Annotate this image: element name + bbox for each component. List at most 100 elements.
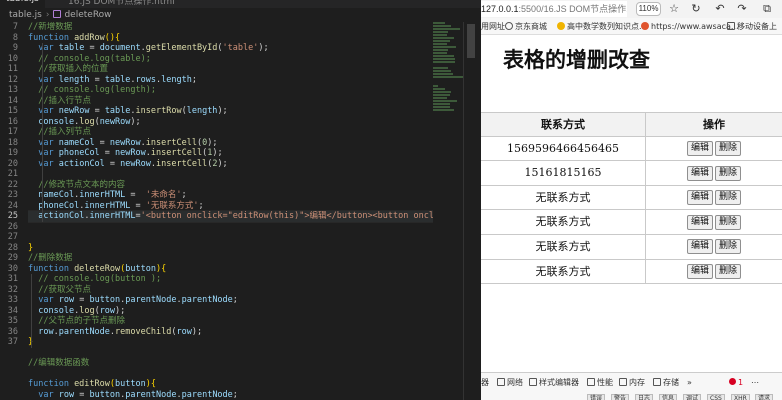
extensions-icon[interactable]: ⧉ xyxy=(760,1,774,17)
page-title: 表格的增删改查 xyxy=(503,48,650,72)
console-filter-button[interactable]: 错误 xyxy=(587,394,606,400)
code-line[interactable] xyxy=(28,369,433,380)
edit-button[interactable]: 编辑 xyxy=(686,165,713,181)
code-line[interactable]: //新增数据 xyxy=(28,22,433,33)
bookmark-item[interactable]: 京东商城 xyxy=(505,18,547,34)
minimap[interactable] xyxy=(433,22,463,111)
line-number: 11 xyxy=(7,64,18,74)
code-line[interactable]: } xyxy=(28,243,433,254)
line-number: 32 xyxy=(7,284,18,295)
code-line[interactable]: //编辑数据函数 xyxy=(28,358,433,369)
edit-button[interactable]: 编辑 xyxy=(686,264,713,280)
delete-button[interactable]: 删除 xyxy=(715,264,742,280)
delete-button[interactable]: 删除 xyxy=(715,165,742,181)
code-line[interactable]: var nameCol = newRow.insertCell(0); xyxy=(28,138,433,149)
star-icon[interactable]: ☆ xyxy=(667,1,681,17)
error-count-badge[interactable]: 1 xyxy=(729,376,743,390)
breadcrumb-file[interactable]: table.js xyxy=(9,10,42,20)
code-line[interactable]: row.parentNode.removeChild(row); xyxy=(28,327,433,338)
edit-button[interactable]: 编辑 xyxy=(686,214,713,230)
delete-button[interactable]: 删除 xyxy=(715,141,742,157)
code-line[interactable]: actionCol.innerHTML='<button onclick="ed… xyxy=(28,210,433,223)
code-line[interactable]: //修改节点文本的内容 xyxy=(28,180,433,191)
code-line[interactable] xyxy=(28,222,433,233)
action-cell: 编辑 删除 xyxy=(646,161,782,185)
edit-button[interactable]: 编辑 xyxy=(686,141,713,157)
delete-button[interactable]: 删除 xyxy=(715,214,742,230)
back-icon[interactable]: ↶ xyxy=(713,1,727,17)
scrollbar-thumb[interactable] xyxy=(467,24,475,58)
code-line[interactable]: console.log(newRow); xyxy=(28,117,433,128)
devtools-tab-inspector[interactable]: 器 xyxy=(481,376,489,390)
code-line[interactable]: var row = button.parentNode.parentNode; xyxy=(28,390,433,400)
contact-cell: 15161815165 xyxy=(481,161,646,185)
bookmark-item[interactable]: 移动设备上 xyxy=(727,18,777,34)
delete-button[interactable]: 删除 xyxy=(715,190,742,206)
editor-scrollbar[interactable] xyxy=(463,22,477,400)
contact-cell: 无联系方式 xyxy=(481,185,646,210)
zoom-level-button[interactable]: 110% xyxy=(636,2,661,16)
bookmark-item[interactable]: 高中数学数列知识点... xyxy=(557,18,647,34)
code-area[interactable]: //新增数据 function addRow(){ var table = doc… xyxy=(28,22,433,400)
code-line[interactable]: nameCol.innerHTML = '未命名'; xyxy=(28,190,433,201)
code-line[interactable]: console.log(row); xyxy=(28,306,433,317)
line-number: 16 xyxy=(7,116,18,127)
delete-button[interactable]: 删除 xyxy=(715,239,742,255)
code-line[interactable]: function editRow(button){ xyxy=(28,379,433,390)
console-filter-button[interactable]: 请求 xyxy=(755,394,774,400)
code-editor[interactable]: table.js 16.JS DOM节点操作.html table.js› del… xyxy=(0,0,481,400)
forward-icon[interactable]: ↷ xyxy=(735,1,749,17)
table-row: 15161815165 编辑 删除 xyxy=(481,161,782,186)
code-line[interactable]: function addRow(){ xyxy=(28,33,433,44)
code-line[interactable]: //获取插入的位置 xyxy=(28,64,433,75)
devtools-tab-network[interactable]: 网络 xyxy=(497,376,523,390)
code-line[interactable]: var table = document.getElementById('tab… xyxy=(28,43,433,54)
console-filter-button[interactable]: CSS xyxy=(707,394,725,400)
code-line[interactable]: var newRow = table.insertRow(length); xyxy=(28,106,433,117)
devtools-panel: 器 网络 样式编辑器 性能 内存 存储 » 1 ⋯ 错误 警告 日志 信息 调试 CSS X… xyxy=(481,372,782,400)
code-line[interactable] xyxy=(28,232,433,243)
bookmark-item[interactable]: https://www.awsaca... xyxy=(641,18,739,34)
console-filter-button[interactable]: 信息 xyxy=(659,394,678,400)
line-number: 22 xyxy=(7,179,18,190)
minimap-line xyxy=(433,25,451,27)
editor-tab-html[interactable]: 16.JS DOM节点操作.html xyxy=(62,0,181,8)
code-line[interactable]: var phoneCol = newRow.insertCell(1); xyxy=(28,148,433,159)
url-field[interactable]: 127.0.0.1:5500/16.JS DOM节点操作.h xyxy=(481,1,627,17)
edit-button[interactable]: 编辑 xyxy=(686,239,713,255)
devtools-more-tabs[interactable]: » xyxy=(687,376,692,390)
code-line[interactable]: //插入列节点 xyxy=(28,127,433,138)
table-row: 1569596466456465 编辑 删除 xyxy=(481,136,782,162)
code-line[interactable]: } xyxy=(28,337,433,348)
refresh-icon[interactable]: ↻ xyxy=(689,1,703,17)
code-line[interactable]: // console.log(table); xyxy=(28,54,433,65)
code-line[interactable]: // console.log(button ); xyxy=(28,274,433,285)
code-line[interactable]: //插入行节点 xyxy=(28,96,433,107)
console-filter-button[interactable]: 日志 xyxy=(635,394,654,400)
code-line[interactable]: //父节点的子节点删除 xyxy=(28,316,433,327)
devtools-tab-memory[interactable]: 内存 xyxy=(619,376,645,390)
code-line[interactable]: phoneCol.innerHTML = '无联系方式'; xyxy=(28,201,433,212)
editor-tab-table-js[interactable]: table.js xyxy=(0,0,45,8)
code-line[interactable]: var row = button.parentNode.parentNode; xyxy=(28,295,433,306)
console-filter-button[interactable]: XHR xyxy=(731,394,750,400)
devtools-tab-performance[interactable]: 性能 xyxy=(587,376,613,390)
devtools-tab-style-editor[interactable]: 样式编辑器 xyxy=(529,376,579,390)
line-number: 29 xyxy=(7,253,18,263)
minimap-line xyxy=(433,100,457,102)
edit-button[interactable]: 编辑 xyxy=(686,190,713,206)
code-line[interactable]: var actionCol = newRow.insertCell(2); xyxy=(28,159,433,170)
breadcrumb-symbol[interactable]: deleteRow xyxy=(64,10,111,20)
code-line[interactable]: // console.log(length); xyxy=(28,85,433,96)
console-filter-button[interactable]: 警告 xyxy=(611,394,630,400)
code-line[interactable]: function deleteRow(button){ xyxy=(28,264,433,275)
code-line[interactable]: var length = table.rows.length; xyxy=(28,75,433,86)
code-line[interactable]: //获取父节点 xyxy=(28,285,433,296)
devtools-options-icon[interactable]: ⋯ xyxy=(751,376,759,390)
bookmark-item[interactable]: 用网址 xyxy=(481,18,505,34)
code-line[interactable] xyxy=(28,348,433,359)
code-line[interactable] xyxy=(28,169,433,180)
console-filter-button[interactable]: 调试 xyxy=(683,394,702,400)
devtools-tab-storage[interactable]: 存储 xyxy=(653,376,679,390)
code-line[interactable]: //删除数据 xyxy=(28,253,433,264)
